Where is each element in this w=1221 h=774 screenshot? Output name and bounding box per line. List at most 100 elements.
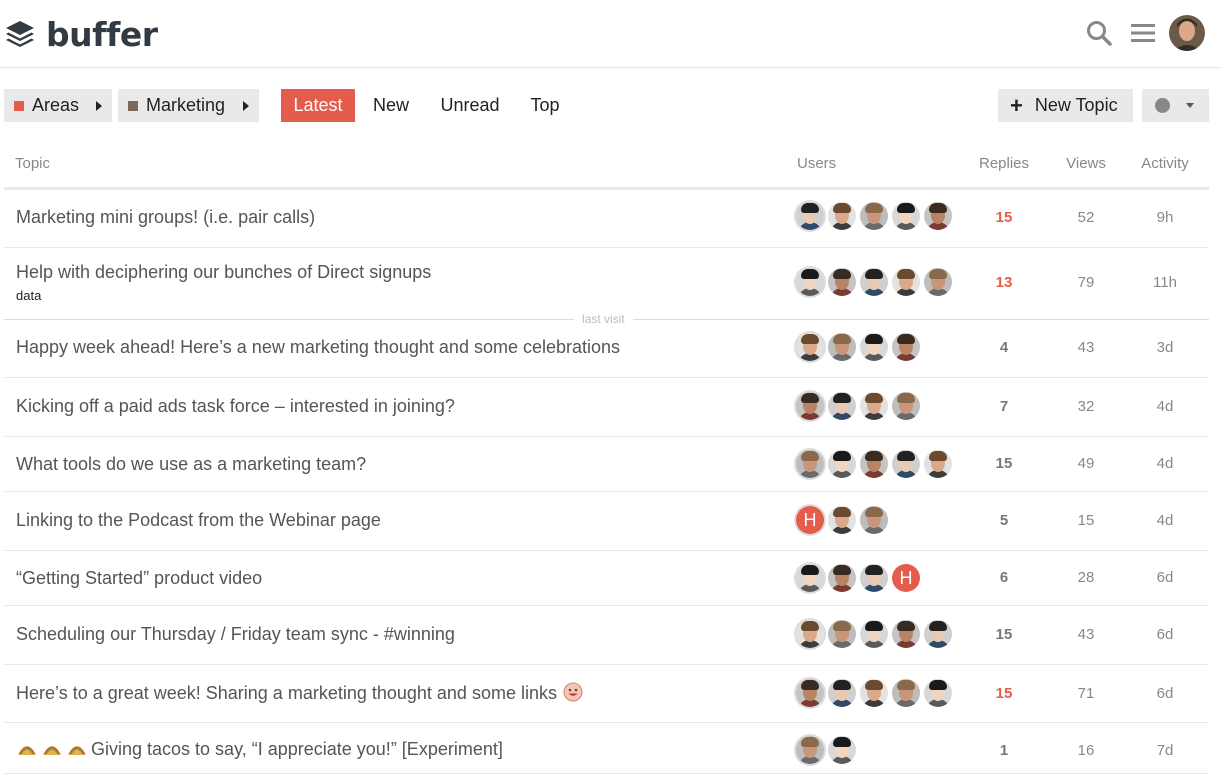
user-avatar-icon[interactable] — [860, 564, 888, 592]
user-avatar-icon[interactable] — [924, 679, 952, 707]
topic-activity-time[interactable]: 3d — [1125, 339, 1205, 356]
category-dropdown-areas[interactable]: Areas — [4, 89, 112, 122]
topic-row[interactable]: Marketing mini groups! (i.e. pair calls)… — [4, 190, 1209, 248]
topic-row[interactable]: Happy week ahead! Here’s a new marketing… — [4, 320, 1209, 378]
tab-new[interactable]: New — [362, 89, 420, 122]
hamburger-menu-icon[interactable] — [1128, 18, 1158, 48]
new-topic-button[interactable]: + New Topic — [998, 89, 1133, 122]
user-avatar-icon[interactable] — [828, 564, 856, 592]
user-avatar-icon[interactable] — [860, 506, 888, 534]
topic-title-link[interactable]: Marketing mini groups! (i.e. pair calls) — [16, 207, 315, 228]
user-avatar-icon[interactable] — [828, 506, 856, 534]
topic-row[interactable]: “Getting Started” product video H 6 28 6d — [4, 551, 1209, 606]
letter-avatar[interactable]: H — [892, 564, 920, 592]
topic-row[interactable]: Giving tacos to say, “I appreciate you!”… — [4, 723, 1209, 774]
topic-row[interactable]: Kicking off a paid ads task force – inte… — [4, 378, 1209, 437]
search-icon[interactable] — [1084, 18, 1114, 48]
topic-row[interactable]: Linking to the Podcast from the Webinar … — [4, 492, 1209, 551]
user-avatar-icon[interactable] — [828, 736, 856, 764]
user-avatar-icon[interactable] — [860, 333, 888, 361]
topic-title-link[interactable]: “Getting Started” product video — [16, 568, 262, 589]
user-avatar-icon[interactable] — [860, 202, 888, 230]
topic-activity-time[interactable]: 9h — [1125, 209, 1205, 226]
tab-unread[interactable]: Unread — [432, 89, 508, 122]
user-avatar-icon[interactable] — [860, 268, 888, 296]
category-dropdown-marketing[interactable]: Marketing — [118, 89, 259, 122]
user-avatar-icon[interactable] — [828, 268, 856, 296]
user-avatar-icon[interactable] — [860, 450, 888, 478]
topic-activity-time[interactable]: 7d — [1125, 742, 1205, 759]
user-avatar-icon[interactable] — [892, 450, 920, 478]
topic-activity-time[interactable]: 6d — [1125, 626, 1205, 643]
user-avatar-icon[interactable] — [828, 333, 856, 361]
user-avatar-icon[interactable] — [860, 679, 888, 707]
topic-row[interactable]: Here’s to a great week! Sharing a market… — [4, 665, 1209, 723]
topic-title-link[interactable]: Here’s to a great week! Sharing a market… — [16, 682, 583, 704]
topic-activity-time[interactable]: 4d — [1125, 398, 1205, 415]
topic-activity-time[interactable]: 4d — [1125, 455, 1205, 472]
tab-latest[interactable]: Latest — [281, 89, 355, 122]
user-avatar-icon[interactable] — [860, 620, 888, 648]
topic-row[interactable]: Help with deciphering our bunches of Dir… — [4, 248, 1209, 316]
user-avatar-icon[interactable] — [828, 620, 856, 648]
topic-replies-count[interactable]: 7 — [964, 398, 1044, 415]
topic-title-link[interactable]: Linking to the Podcast from the Webinar … — [16, 510, 381, 531]
topic-replies-count[interactable]: 15 — [964, 455, 1044, 472]
user-avatar-icon[interactable] — [892, 268, 920, 296]
user-avatar-icon[interactable] — [796, 679, 824, 707]
user-avatar-icon[interactable] — [796, 202, 824, 230]
topic-replies-count[interactable]: 15 — [964, 209, 1044, 226]
topic-title-link[interactable]: Kicking off a paid ads task force – inte… — [16, 396, 455, 417]
user-avatar-icon[interactable] — [892, 333, 920, 361]
user-avatar-icon[interactable] — [796, 392, 824, 420]
topic-activity-time[interactable]: 11h — [1125, 274, 1205, 291]
topic-posters: H — [796, 506, 892, 534]
user-avatar-icon[interactable] — [796, 268, 824, 296]
topic-replies-count[interactable]: 13 — [964, 274, 1044, 291]
topic-title-link[interactable]: What tools do we use as a marketing team… — [16, 454, 366, 475]
topic-title-link[interactable]: Scheduling our Thursday / Friday team sy… — [16, 624, 455, 645]
topic-replies-count[interactable]: 4 — [964, 339, 1044, 356]
user-avatar-icon[interactable] — [892, 202, 920, 230]
letter-avatar[interactable]: H — [796, 506, 824, 534]
topic-title-link[interactable]: Help with deciphering our bunches of Dir… — [16, 262, 431, 283]
topic-title-link[interactable]: Happy week ahead! Here’s a new marketing… — [16, 337, 620, 358]
column-header-topic[interactable]: Topic — [15, 155, 50, 172]
user-avatar-icon[interactable] — [828, 202, 856, 230]
user-avatar-icon[interactable] — [892, 392, 920, 420]
topic-activity-time[interactable]: 6d — [1125, 685, 1205, 702]
topic-row[interactable]: What tools do we use as a marketing team… — [4, 437, 1209, 492]
current-user-avatar[interactable] — [1169, 15, 1205, 51]
user-avatar-icon[interactable] — [828, 450, 856, 478]
user-avatar-icon[interactable] — [860, 392, 888, 420]
topic-replies-count[interactable]: 15 — [964, 685, 1044, 702]
notification-level-dropdown[interactable] — [1142, 89, 1209, 122]
topic-row[interactable]: Scheduling our Thursday / Friday team sy… — [4, 606, 1209, 665]
user-avatar-icon[interactable] — [924, 620, 952, 648]
column-header-views[interactable]: Views — [1046, 155, 1126, 172]
topic-replies-count[interactable]: 6 — [964, 569, 1044, 586]
user-avatar-icon[interactable] — [924, 268, 952, 296]
topic-replies-count[interactable]: 5 — [964, 512, 1044, 529]
topic-replies-count[interactable]: 1 — [964, 742, 1044, 759]
user-avatar-icon[interactable] — [828, 679, 856, 707]
user-avatar-icon[interactable] — [796, 333, 824, 361]
user-avatar-icon[interactable] — [892, 679, 920, 707]
column-header-activity[interactable]: Activity — [1125, 155, 1205, 172]
user-avatar-icon[interactable] — [796, 450, 824, 478]
topic-activity-time[interactable]: 4d — [1125, 512, 1205, 529]
topic-replies-count[interactable]: 15 — [964, 626, 1044, 643]
user-avatar-icon[interactable] — [924, 202, 952, 230]
brand-logo[interactable]: buffer — [4, 14, 158, 54]
user-avatar-icon[interactable] — [828, 392, 856, 420]
user-avatar-icon[interactable] — [924, 450, 952, 478]
topic-activity-time[interactable]: 6d — [1125, 569, 1205, 586]
user-avatar-icon[interactable] — [892, 620, 920, 648]
tab-top[interactable]: Top — [520, 89, 570, 122]
column-header-replies[interactable]: Replies — [964, 155, 1044, 172]
user-avatar-icon[interactable] — [796, 736, 824, 764]
user-avatar-icon[interactable] — [796, 620, 824, 648]
user-avatar-icon[interactable] — [796, 564, 824, 592]
topic-tag[interactable]: data — [16, 288, 41, 303]
topic-title-link[interactable]: Giving tacos to say, “I appreciate you!”… — [16, 739, 503, 760]
